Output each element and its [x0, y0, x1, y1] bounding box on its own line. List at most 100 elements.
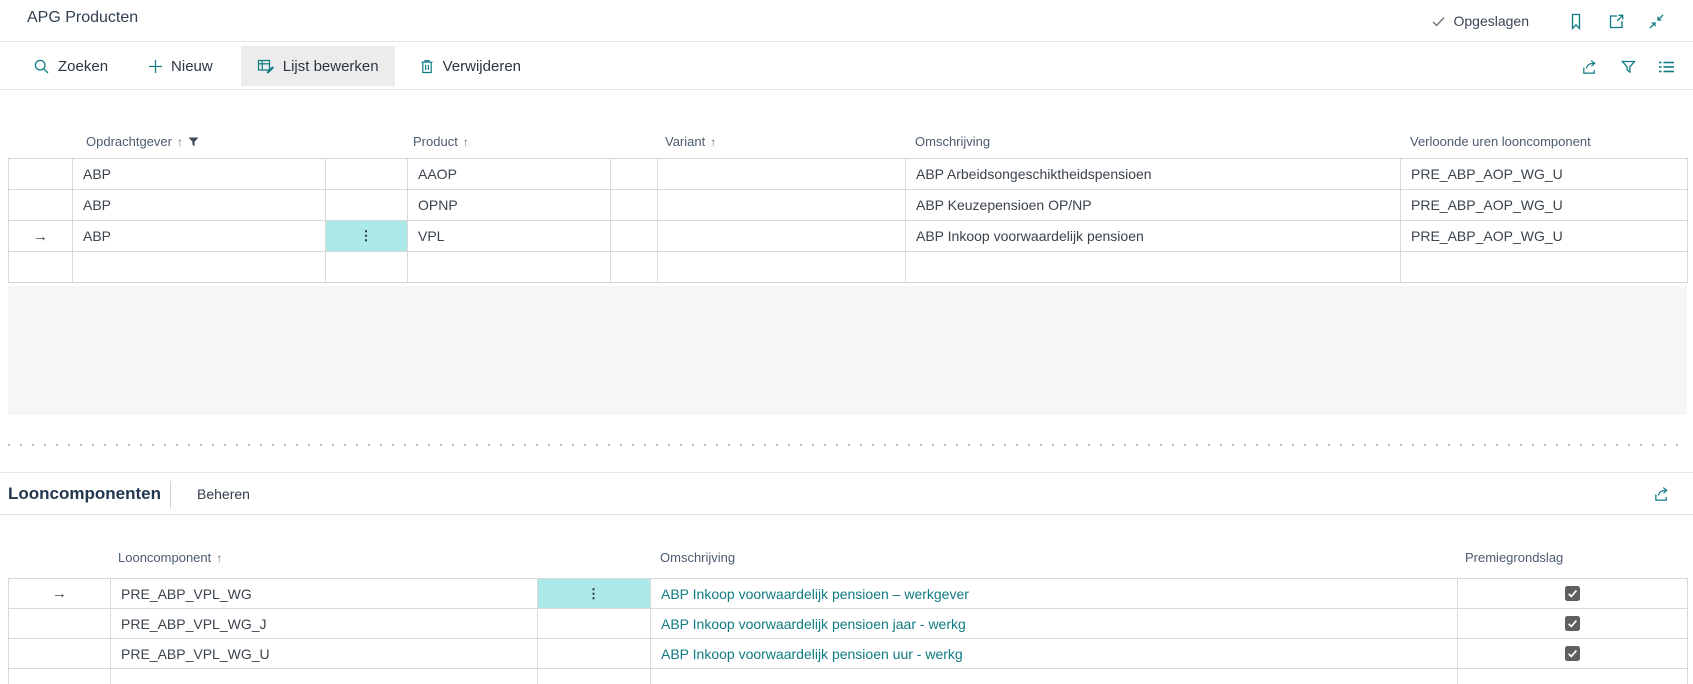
- cell-spacer: [611, 221, 658, 252]
- cell-looncomponent[interactable]: PRE_ABP_VPL_WG_J: [111, 609, 538, 639]
- cell-product[interactable]: VPL: [408, 221, 611, 252]
- column-header-variant[interactable]: Variant ↑: [665, 134, 716, 149]
- cell-context-menu-ellipsis[interactable]: ⋮: [326, 221, 408, 252]
- edit-list-button[interactable]: Lijst bewerken: [241, 46, 395, 86]
- action-bar: Zoeken Nieuw Lijst bewerken Verwijderen: [0, 43, 1693, 90]
- cell-menu[interactable]: [326, 190, 408, 221]
- cell-omschrijving-link[interactable]: ABP Inkoop voorwaardelijk pensioen uur -…: [651, 639, 1458, 669]
- cell-menu[interactable]: [538, 609, 651, 639]
- plus-icon: [148, 59, 163, 74]
- new-button[interactable]: Nieuw: [142, 46, 219, 86]
- cell-variant[interactable]: [658, 190, 906, 221]
- edit-list-button-label: Lijst bewerken: [283, 58, 379, 75]
- looncomponenten-table: → PRE_ABP_VPL_WG ⋮ ABP Inkoop voorwaarde…: [8, 578, 1688, 684]
- column-label: Verloonde uren looncomponent: [1410, 134, 1591, 149]
- cell-variant[interactable]: [658, 159, 906, 190]
- column-header-opdrachtgever[interactable]: Opdrachtgever ↑: [86, 134, 199, 149]
- column-header-premiegrondslag[interactable]: Premiegrondslag: [1465, 550, 1563, 565]
- cell-looncomponent[interactable]: PRE_ABP_VPL_WG: [111, 579, 538, 609]
- row-selector[interactable]: [9, 609, 111, 639]
- cell-verloonde-uren[interactable]: PRE_ABP_AOP_WG_U: [1401, 159, 1688, 190]
- row-selector[interactable]: [9, 639, 111, 669]
- cell-menu[interactable]: [538, 639, 651, 669]
- search-button-label: Zoeken: [58, 58, 108, 75]
- cell-menu[interactable]: [538, 669, 651, 684]
- cell-variant[interactable]: [658, 221, 906, 252]
- open-in-window-icon[interactable]: [1607, 12, 1625, 30]
- sort-asc-icon: ↑: [216, 551, 222, 565]
- part-title: Looncomponenten: [8, 484, 161, 504]
- row-selector[interactable]: [9, 669, 111, 684]
- cell-looncomponent[interactable]: [111, 669, 538, 684]
- cell-verloonde-uren[interactable]: PRE_ABP_AOP_WG_U: [1401, 221, 1688, 252]
- cell-menu[interactable]: [326, 159, 408, 190]
- edit-list-icon: [257, 58, 275, 74]
- cell-premiegrondslag: [1458, 579, 1688, 609]
- cell-omschrijving-link[interactable]: ABP Inkoop voorwaardelijk pensioen jaar …: [651, 609, 1458, 639]
- cell-spacer: [611, 252, 658, 283]
- active-row-indicator: →: [9, 221, 73, 252]
- cell-verloonde-uren[interactable]: [1401, 252, 1688, 283]
- row-selector[interactable]: [9, 252, 73, 283]
- empty-list-area: [8, 286, 1687, 415]
- column-label: Variant: [665, 134, 705, 149]
- search-button[interactable]: Zoeken: [27, 46, 114, 86]
- column-header-looncomponent[interactable]: Looncomponent ↑: [118, 550, 222, 565]
- cell-omschrijving-link[interactable]: ABP Inkoop voorwaardelijk pensioen – wer…: [651, 579, 1458, 609]
- search-icon: [33, 58, 50, 75]
- cell-premiegrondslag: [1458, 639, 1688, 669]
- column-label: Opdrachtgever: [86, 134, 172, 149]
- cell-opdrachtgever[interactable]: [73, 252, 326, 283]
- part-share-icon[interactable]: [1653, 485, 1671, 503]
- collapse-icon[interactable]: [1647, 12, 1665, 30]
- cell-product[interactable]: OPNP: [408, 190, 611, 221]
- divider: [170, 481, 171, 508]
- cell-opdrachtgever[interactable]: ABP: [73, 159, 326, 190]
- checkbox-checked[interactable]: [1565, 646, 1580, 661]
- column-label: Looncomponent: [118, 550, 211, 565]
- cell-spacer: [611, 159, 658, 190]
- part-menu-beheren[interactable]: Beheren: [197, 486, 250, 502]
- sort-asc-icon: ↑: [463, 135, 469, 149]
- cell-product[interactable]: AAOP: [408, 159, 611, 190]
- column-header-verloonde-uren[interactable]: Verloonde uren looncomponent: [1410, 134, 1591, 149]
- cell-omschrijving[interactable]: ABP Arbeidsongeschiktheidspensioen: [906, 159, 1401, 190]
- cell-variant[interactable]: [658, 252, 906, 283]
- column-filter-icon: [188, 137, 199, 147]
- cell-premiegrondslag: [1458, 669, 1688, 684]
- cell-omschrijving[interactable]: [651, 669, 1458, 684]
- cell-looncomponent[interactable]: PRE_ABP_VPL_WG_U: [111, 639, 538, 669]
- filter-icon[interactable]: [1619, 58, 1637, 76]
- active-row-indicator: →: [9, 579, 111, 609]
- save-status-label: Opgeslagen: [1453, 13, 1529, 29]
- row-selector[interactable]: [9, 159, 73, 190]
- column-label: Omschrijving: [660, 550, 735, 565]
- cell-opdrachtgever[interactable]: ABP: [73, 221, 326, 252]
- action-bar-right: [1581, 43, 1693, 90]
- share-icon[interactable]: [1581, 58, 1599, 76]
- cell-product[interactable]: [408, 252, 611, 283]
- column-header-omschrijving[interactable]: Omschrijving: [660, 550, 735, 565]
- column-label: Omschrijving: [915, 134, 990, 149]
- delete-button[interactable]: Verwijderen: [413, 46, 527, 86]
- sort-asc-icon: ↑: [710, 135, 716, 149]
- bookmark-icon[interactable]: [1567, 12, 1585, 30]
- cell-context-menu-ellipsis[interactable]: ⋮: [538, 579, 651, 609]
- cell-omschrijving[interactable]: ABP Keuzepensioen OP/NP: [906, 190, 1401, 221]
- checkbox-checked[interactable]: [1565, 616, 1580, 631]
- cell-opdrachtgever[interactable]: ABP: [73, 190, 326, 221]
- cell-menu[interactable]: [326, 252, 408, 283]
- choose-columns-icon[interactable]: [1657, 58, 1675, 76]
- top-bar: APG Producten Opgeslagen: [0, 0, 1693, 42]
- column-header-omschrijving[interactable]: Omschrijving: [915, 134, 990, 149]
- checkbox-checked[interactable]: [1565, 586, 1580, 601]
- cell-premiegrondslag: [1458, 609, 1688, 639]
- cell-omschrijving[interactable]: [906, 252, 1401, 283]
- cell-omschrijving[interactable]: ABP Inkoop voorwaardelijk pensioen: [906, 221, 1401, 252]
- row-selector[interactable]: [9, 190, 73, 221]
- cell-verloonde-uren[interactable]: PRE_ABP_AOP_WG_U: [1401, 190, 1688, 221]
- cell-spacer: [611, 190, 658, 221]
- app-window: APG Producten Opgeslagen Z: [0, 0, 1693, 684]
- column-header-product[interactable]: Product ↑: [413, 134, 469, 149]
- products-table: ABP AAOP ABP Arbeidsongeschiktheidspensi…: [8, 158, 1688, 283]
